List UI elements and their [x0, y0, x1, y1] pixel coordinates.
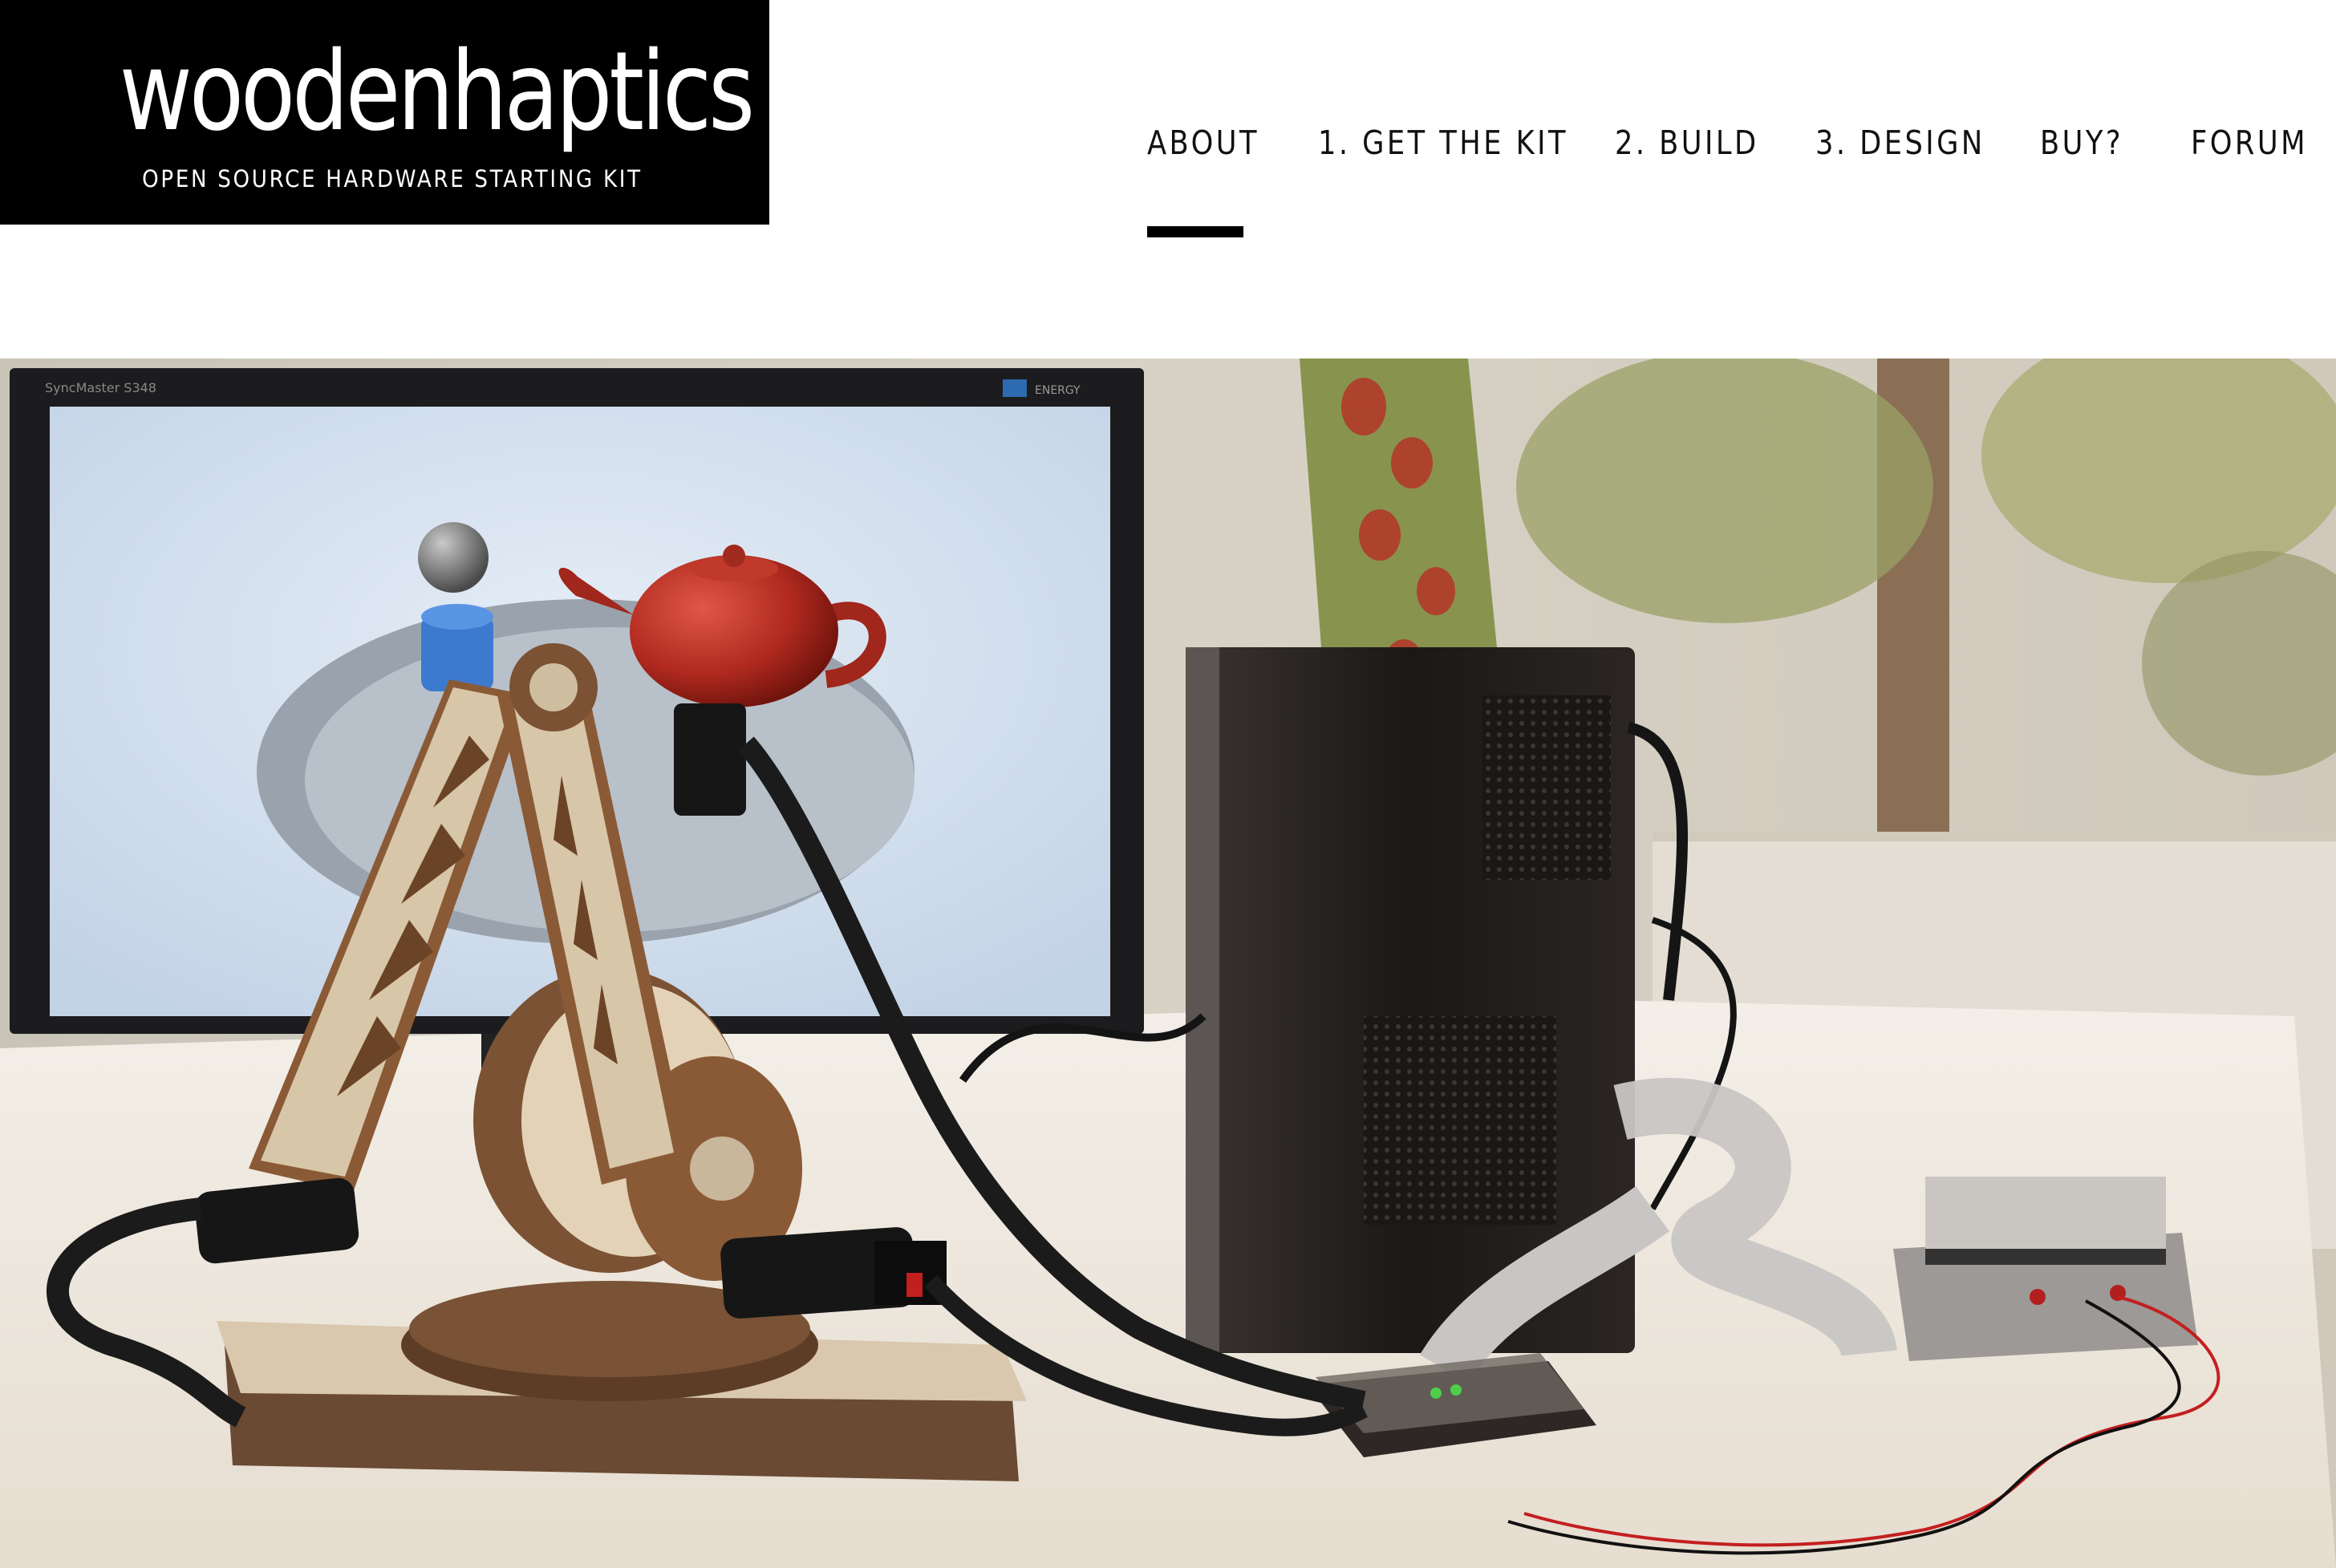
logo-tagline: OPEN SOURCE HARDWARE STARTING KIT: [142, 165, 643, 192]
site-logo[interactable]: woodenhaptics OPEN SOURCE HARDWARE START…: [0, 0, 769, 225]
nav-buy[interactable]: BUY?: [2040, 120, 2123, 165]
hero-photo: SyncMaster S348 ENERGY: [0, 359, 2336, 1568]
nav-build[interactable]: 2. BUILD: [1615, 120, 1759, 165]
logo-title: woodenhaptics: [119, 29, 755, 156]
nav-forum[interactable]: FORUM: [2191, 120, 2308, 165]
nav-get-the-kit[interactable]: 1. GET THE KIT: [1318, 120, 1568, 165]
nav-active-indicator: [1147, 226, 1243, 237]
site-header: woodenhaptics OPEN SOURCE HARDWARE START…: [0, 0, 2336, 359]
nav-about[interactable]: ABOUT: [1147, 120, 1259, 165]
nav-design[interactable]: 3. DESIGN: [1815, 120, 1985, 165]
hero-illustration: SyncMaster S348 ENERGY: [0, 359, 2336, 1568]
monitor-badge: ENERGY: [1035, 384, 1081, 397]
monitor-brand-label: SyncMaster S348: [45, 380, 156, 395]
